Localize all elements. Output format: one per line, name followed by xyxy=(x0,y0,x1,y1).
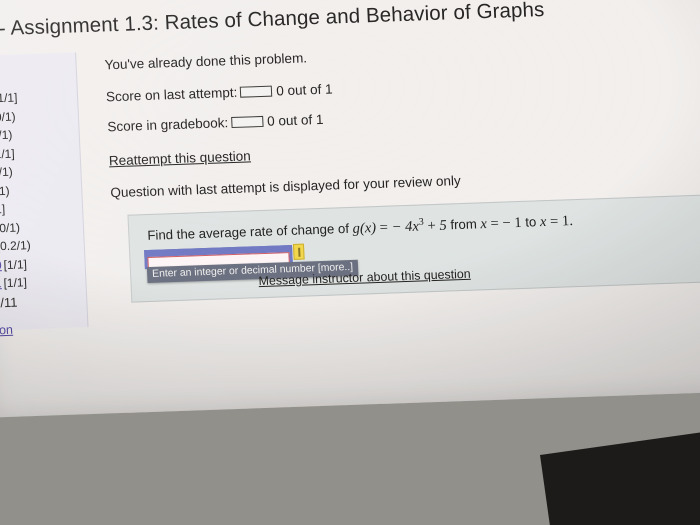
score-on-last-attempt: Score on last attempt: 0 out of 1 xyxy=(106,81,333,104)
question-prompt: Find the average rate of change of g(x) … xyxy=(147,211,573,245)
sidebar-question-score: [1/1] xyxy=(0,90,18,106)
formula-exponent: 3 xyxy=(418,216,424,228)
sidebar-question-row[interactable]: (0/1) xyxy=(0,128,13,143)
formula-expression: − 4x xyxy=(391,218,420,236)
main-content: You've already done this problem. Score … xyxy=(104,35,700,303)
sidebar-question-score: [1/1] xyxy=(0,146,15,161)
sidebar-question-score: (0/1) xyxy=(0,183,10,199)
score-attempt-label: Score on last attempt: xyxy=(105,84,238,105)
score-attempt-value: 0 out of 1 xyxy=(275,81,333,99)
review-only-note: Question with last attempt is displayed … xyxy=(110,173,461,201)
sidebar-question-score: [1/1] xyxy=(3,275,28,291)
score-attempt-box xyxy=(240,85,273,98)
from-value: − 1 xyxy=(502,214,522,232)
grade-label: ade: 5.2/11 xyxy=(0,294,18,312)
sidebar-question-row[interactable]: 5(0/1) xyxy=(0,165,13,180)
sidebar-question-link[interactable]: Q 10 xyxy=(0,258,2,273)
from-label: from xyxy=(450,216,478,233)
sidebar-question-list: [1/1] (0/1) (0/1) 4[1/1] 5(0/1) 6(0/1) 7[1/1] Q… xyxy=(0,52,75,291)
sidebar-question-score: (0/1) xyxy=(0,164,14,180)
questions-sidebar: ns [1/1](0/1)(0/1)4[1/1]5(0/1)6(0/1)7[1/… xyxy=(0,52,89,339)
photo-of-screen: - Assignment 1.3: Rates of Change and Be… xyxy=(0,0,700,525)
warning-diamond-icon[interactable] xyxy=(292,243,305,260)
sidebar-question-row[interactable]: Q 11[1/1] xyxy=(0,275,27,291)
sidebar-question-score: (0/1) xyxy=(0,219,21,235)
sidebar-question-row[interactable]: 7[1/1] xyxy=(0,202,5,217)
sidebar-question-row[interactable]: 6(0/1) xyxy=(0,183,10,198)
sidebar-question-row[interactable]: Q 10[1/1] xyxy=(0,257,27,273)
to-label: to xyxy=(524,214,537,230)
sidebar-question-score: (0.2/1) xyxy=(0,238,32,254)
sidebar-question-link[interactable]: Q 11 xyxy=(0,276,2,291)
sidebar-question-row[interactable]: (0/1) xyxy=(0,109,16,124)
question-panel: Find the average rate of change of g(x) … xyxy=(127,192,700,303)
formula-variable: x xyxy=(364,220,372,237)
already-done-message: You've already done this problem. xyxy=(104,50,308,73)
browser-page: - Assignment 1.3: Rates of Change and Be… xyxy=(0,0,700,418)
print-version-link[interactable]: int Version xyxy=(0,323,13,339)
sidebar-question-row[interactable]: [1/1] xyxy=(0,90,18,105)
sidebar-question-score: [1/1] xyxy=(0,201,6,217)
to-variable: x xyxy=(539,213,547,231)
to-expression: x = 1. xyxy=(539,213,574,231)
score-gradebook-box xyxy=(230,115,264,129)
sidebar-question-score: (0/1) xyxy=(0,109,16,124)
from-expression: x = − 1 xyxy=(480,214,522,233)
sidebar-question-row[interactable]: 4[1/1] xyxy=(0,146,15,161)
question-prompt-prefix: Find the average rate of change of xyxy=(147,220,353,243)
sidebar-question-score: (0/1) xyxy=(0,127,13,143)
question-formula: g(x) = − 4x3 + 5 xyxy=(352,216,448,237)
page-title: - Assignment 1.3: Rates of Change and Be… xyxy=(0,0,545,41)
score-gradebook-label: Score in gradebook: xyxy=(107,115,229,135)
score-gradebook-value: 0 out of 1 xyxy=(266,111,324,129)
reattempt-question-link[interactable]: Reattempt this question xyxy=(109,148,251,168)
sidebar-question-row[interactable]: Q 9(0.2/1) xyxy=(0,238,31,254)
sidebar-question-score: [1/1] xyxy=(3,256,28,272)
from-variable: x xyxy=(480,216,488,233)
sidebar-question-row[interactable]: Q 8(0/1) xyxy=(0,220,20,236)
score-in-gradebook: Score in gradebook: 0 out of 1 xyxy=(107,112,324,135)
formula-function-name: g xyxy=(352,220,361,237)
to-value: 1. xyxy=(561,213,574,230)
